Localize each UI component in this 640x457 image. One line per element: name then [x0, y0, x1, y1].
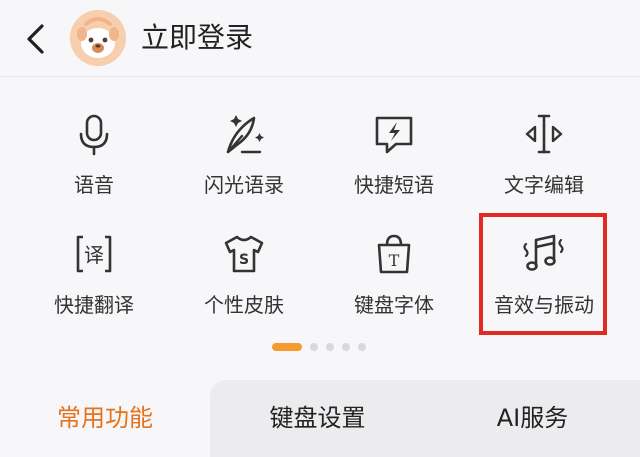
- microphone-icon: [79, 114, 109, 156]
- svg-text:译: 译: [84, 243, 104, 267]
- svg-text:T: T: [389, 251, 400, 270]
- font-bag-icon: T: [377, 234, 411, 274]
- feather-sparkle-icon: [226, 115, 264, 154]
- function-label: 键盘字体: [354, 293, 434, 317]
- back-button[interactable]: [18, 20, 54, 58]
- bottom-tab-bar: 常用功能 键盘设置 AI服务: [0, 380, 640, 457]
- highlight-box: [479, 213, 607, 335]
- header-bar: 立即登录: [0, 0, 640, 77]
- tshirt-icon: S: [224, 235, 264, 273]
- tab-common-functions[interactable]: 常用功能: [0, 380, 210, 457]
- chevron-left-icon: [27, 24, 44, 54]
- page-dot: [326, 343, 334, 351]
- svg-text:S: S: [239, 252, 249, 268]
- lightning-bubble-icon: [375, 116, 413, 154]
- cursor-edit-icon: [525, 114, 563, 154]
- function-label: 语音: [74, 173, 114, 197]
- tab-ai-services[interactable]: AI服务: [425, 380, 640, 457]
- function-quick-phrases[interactable]: 快捷短语: [319, 100, 469, 210]
- function-skins[interactable]: S 个性皮肤: [169, 220, 319, 330]
- function-keyboard-font[interactable]: T 键盘字体: [319, 220, 469, 330]
- translate-icon: 译: [76, 235, 112, 273]
- mascot-avatar-icon: [70, 10, 126, 66]
- function-voice[interactable]: 语音: [19, 100, 169, 210]
- function-label: 闪光语录: [204, 173, 284, 197]
- page-dot: [342, 343, 350, 351]
- function-flash-quotes[interactable]: 闪光语录: [169, 100, 319, 210]
- function-text-edit[interactable]: 文字编辑: [469, 100, 619, 210]
- function-quick-translate[interactable]: 译 快捷翻译: [19, 220, 169, 330]
- function-label: 文字编辑: [504, 173, 584, 197]
- avatar[interactable]: [70, 10, 126, 66]
- page-dot: [310, 343, 318, 351]
- tab-keyboard-settings[interactable]: 键盘设置: [210, 380, 425, 457]
- login-link[interactable]: 立即登录: [141, 19, 253, 57]
- function-label: 快捷短语: [354, 173, 434, 197]
- page-dot: [358, 343, 366, 351]
- function-label: 快捷翻译: [54, 293, 134, 317]
- page-dot-active: [272, 343, 302, 351]
- function-label: 个性皮肤: [204, 293, 284, 317]
